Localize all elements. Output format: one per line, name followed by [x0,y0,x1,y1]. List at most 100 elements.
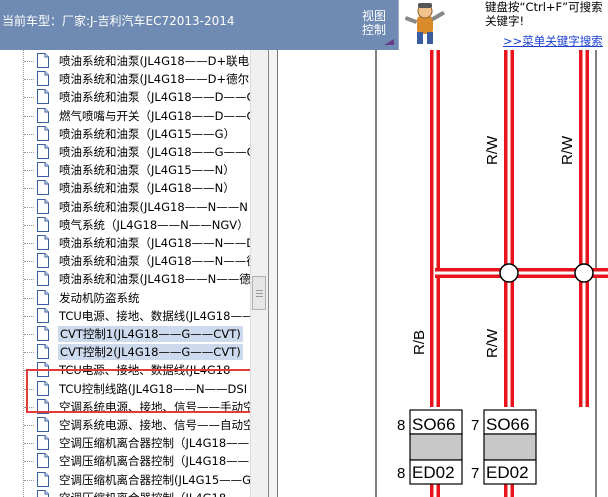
document-icon [37,289,49,305]
wire-label: R/W [484,328,501,358]
tree-branch-line [24,315,34,317]
tree-item-label: TCU电源、接地、数据线(JL4G18—— [59,308,254,323]
wiring-diagram: R/W R/W R/B R/W 8 SO66 7 SO66 8 ED02 7 E… [278,50,608,497]
tree-branch-line [24,188,34,190]
tree-item-label: 发动机防盗系统 [59,290,140,305]
tree-item[interactable]: CVT控制1(JL4G18——G——CVT) [0,325,250,343]
tree-item[interactable]: 空调压缩机离合器控制（JL4G18——D [0,452,258,470]
tree-item[interactable]: 喷油系统和油泵（JL4G15——N） [0,161,250,179]
corner-triangle-icon [384,39,394,45]
document-icon [37,235,49,250]
wire-label: R/B [411,330,428,355]
tree-item[interactable]: 喷油系统和油泵(JL4G18——N——N [0,198,250,216]
circuit-tree-panel: 喷油系统和油泵(JL4G18——D+联电 喷油系统和油泵(JL4G18——D+德尔… [0,50,269,497]
tree-branch-line [24,206,34,208]
tree-branch-line [24,352,34,354]
search-tip-text: 键盘按“Ctrl+F”可搜索关键字! [485,0,603,28]
connector-name: ED02 [412,463,455,482]
connector-name: SO66 [486,415,529,434]
tree-item-label: 空调系统电源、接地、信号——自动空 [59,418,255,432]
tree-item-label: 喷油系统和油泵(JL4G18——N——德 [59,272,251,287]
tree-item[interactable]: 喷油系统和油泵（JL4G18——N） [0,179,250,197]
tree-item[interactable]: 喷油系统和油泵（JL4G18——G——C [0,143,255,161]
document-icon [37,107,49,123]
tree-item[interactable]: 空调压缩机离合器控制（JL4G18——G [0,489,258,497]
document-icon [37,435,49,451]
tree-item[interactable]: 空调压缩机离合器控制(JL4G15——G [0,471,252,489]
tree-item[interactable]: 喷油系统和油泵(JL4G18——N——德 [0,270,251,288]
tree-branch-line [24,443,34,445]
document-icon [37,162,49,178]
document-icon [37,326,49,341]
tree-item-label: 空调压缩机离合器控制(JL4G15——G [59,472,252,487]
tree-item[interactable]: 喷油系统和油泵（JL4G18——N——德 [0,252,258,270]
connector-name: SO66 [412,415,455,434]
document-icon [37,125,49,141]
tree-item-label: 喷油系统和油泵（JL4G15——N） [59,163,235,178]
mechanic-icon [404,3,445,44]
junction-node [499,263,519,283]
document-icon [37,216,49,232]
connector-name: ED02 [486,463,529,482]
document-icon [37,253,49,269]
tree-item[interactable]: 空调系统电源、接地、信号——自动空 [0,416,255,434]
tree-item-label: 喷油系统和油泵（JL4G18——N——德 [59,254,258,269]
tree-item[interactable]: 喷油系统和油泵（JL4G15——G） [0,125,250,143]
document-icon [37,489,49,497]
document-icon [37,89,49,105]
tree-item[interactable]: 喷油系统和油泵（JL4G18——N——D [0,234,255,252]
tree-item[interactable]: 空调压缩机离合器控制（JL4G18——D [0,434,258,452]
tree-item[interactable]: 喷油系统和油泵(JL4G18——D+德尔 [0,70,250,88]
selection-highlight-box [26,369,267,413]
tree-branch-line [24,79,34,81]
tree-item[interactable]: 燃气喷嘴与开关（JL4G18——D——C [0,107,255,125]
tree-branch-line [24,479,34,481]
tree-branch-line [24,461,34,463]
tree-branch-line [24,170,34,172]
tree-item-label: 喷油系统和油泵（JL4G18——D——C [59,90,255,105]
tree-item-label: CVT控制2(JL4G18——G——CVT) [58,344,243,361]
menu-keyword-search-link[interactable]: >>菜单关键字搜索 [503,33,603,49]
document-icon [37,271,49,287]
panel-splitter[interactable] [269,50,278,497]
tree-branch-line [24,152,34,153]
tree-branch-line [24,115,34,117]
view-control-button[interactable]: 视图 控制 [352,9,396,47]
tree-branch-line [24,61,34,62]
connector-pin: 7 [471,417,479,434]
connector-pin: 7 [471,465,479,482]
tree-item-label: 喷油系统和油泵（JL4G15——G） [59,126,236,141]
document-icon [37,453,49,469]
document-icon [37,307,49,323]
search-tip-panel: 键盘按“Ctrl+F”可搜索关键字! >>菜单关键字搜索 [398,0,608,50]
tree-item-label: 燃气喷嘴与开关（JL4G18——D——C [59,108,255,123]
view-control-label-2: 控制 [361,23,386,37]
tree-branch-line [24,334,34,335]
wire-label: R/W [559,135,576,165]
tree-item-label: 喷油系统和油泵（JL4G18——N） [59,181,235,196]
tree-item-label: 喷油系统和油泵(JL4G18——D+联电 [59,54,250,68]
document-icon [37,53,49,68]
tree-branch-line [24,279,34,281]
tree-item[interactable]: 喷油系统和油泵(JL4G18——D+联电 [0,52,250,70]
tree-item[interactable]: TCU电源、接地、数据线(JL4G18—— [0,307,254,325]
connector-pin: 8 [397,417,405,434]
tree-item-label: 空调压缩机离合器控制（JL4G18——G [59,490,258,497]
document-icon [37,344,49,360]
tree-branch-line [24,297,34,299]
tree-item-label: 喷气系统（JL4G18——N——NGV） [59,217,249,232]
tree-item-label: 喷油系统和油泵(JL4G18——D+德尔 [59,72,250,87]
scrollbar-thumb[interactable] [252,276,266,310]
view-control-label-1: 视图 [361,9,386,23]
tree-item[interactable]: 喷油系统和油泵（JL4G18——D——C [0,88,255,106]
tree-item-label: 喷油系统和油泵（JL4G18——G——C [59,145,255,159]
tree-item[interactable]: 喷气系统（JL4G18——N——NGV） [0,216,250,234]
tree-branch-line [24,425,34,426]
connector-pin: 8 [397,465,405,482]
tree-branch-line [24,133,34,135]
junction-node [574,263,594,283]
tree-scrollbar[interactable] [250,50,268,497]
current-vehicle-label: 当前车型：厂家:J-吉利汽车EC72013-2014 [2,14,235,28]
tree-item[interactable]: CVT控制2(JL4G18——G——CVT) [0,343,250,361]
tree-item[interactable]: 发动机防盗系统 [0,289,250,307]
